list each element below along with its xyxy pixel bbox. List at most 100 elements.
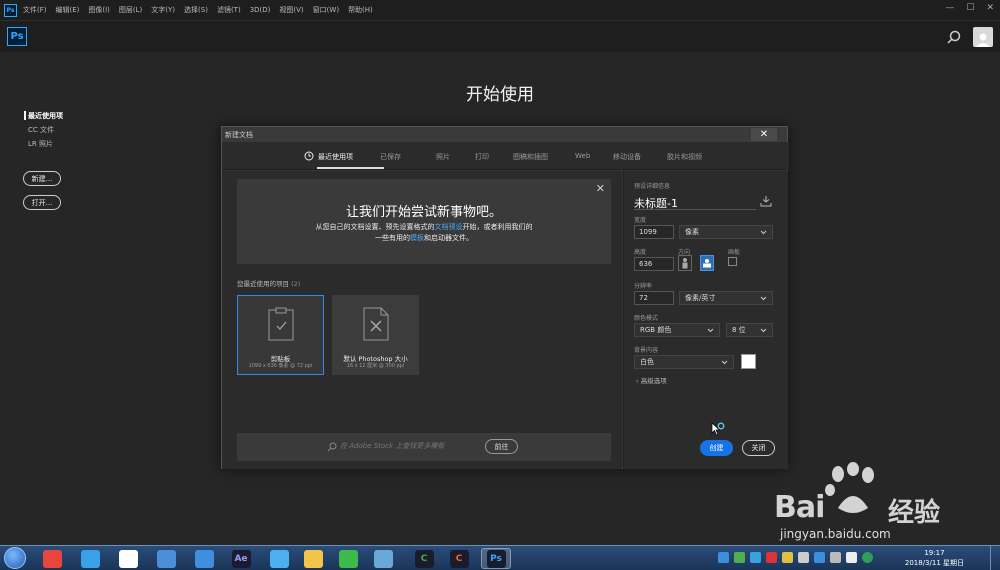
watermark-url: jingyan.baidu.com xyxy=(780,527,891,541)
pen-icon-glyph xyxy=(194,549,214,568)
after-effects-icon[interactable]: Ae xyxy=(226,548,256,569)
stock-go-button[interactable]: 前往 xyxy=(485,439,518,454)
camtasia-orange-icon-glyph: C xyxy=(449,549,469,568)
photoshop-icon[interactable]: Ps xyxy=(481,548,511,569)
recent-card-default[interactable]: 默认 Photoshop 大小 16 x 12 厘米 @ 300 ppi xyxy=(332,295,419,375)
tray-qq-icon[interactable] xyxy=(782,552,793,563)
tab-mobile[interactable]: 移动设备 xyxy=(613,152,641,162)
folder-icon[interactable] xyxy=(298,548,328,569)
color-mode-select[interactable]: RGB 颜色 xyxy=(634,323,720,337)
tab-web[interactable]: Web xyxy=(575,152,590,160)
menu-edit[interactable]: 编辑(E) xyxy=(56,5,80,15)
promo-text: 一些有用的 xyxy=(375,234,410,242)
artboard-checkbox[interactable] xyxy=(728,257,737,266)
qq-penguin-icon[interactable] xyxy=(113,548,143,569)
chrome-icon[interactable] xyxy=(37,548,67,569)
ps-small-icon: Ps xyxy=(4,3,17,17)
bird-icon[interactable] xyxy=(264,548,294,569)
camtasia-orange-icon[interactable]: C xyxy=(444,548,474,569)
menu-view[interactable]: 视图(V) xyxy=(279,5,303,15)
tab-art-illustration[interactable]: 图稿和插图 xyxy=(513,152,548,162)
save-preset-icon[interactable] xyxy=(760,195,772,207)
menu-select[interactable]: 选择(S) xyxy=(184,5,208,15)
menu-file[interactable]: 文件(F) xyxy=(23,5,47,15)
create-button[interactable]: 创建 xyxy=(700,440,733,456)
menu-filter[interactable]: 滤镜(T) xyxy=(217,5,241,15)
landscape-orientation-button[interactable] xyxy=(700,255,714,271)
360-browser-icon[interactable] xyxy=(333,548,363,569)
nav-cc-files[interactable]: CC 文件 xyxy=(28,125,63,135)
tray-360-icon[interactable] xyxy=(862,552,873,563)
templates-link[interactable]: 模板 xyxy=(410,234,424,242)
width-unit-value: 像素 xyxy=(685,228,699,236)
taskbar-clock[interactable]: 19:17 2018/3/11 星期日 xyxy=(905,548,964,568)
promo-text: 和启动器文件。 xyxy=(424,234,473,242)
resolution-unit-select[interactable]: 像素/英寸 xyxy=(679,291,773,305)
network-icon[interactable] xyxy=(368,548,398,569)
recent-label-text: 您最近使用的项目 xyxy=(237,280,289,288)
menu-window[interactable]: 窗口(W) xyxy=(313,5,339,15)
promo-text: 开始，或者利用我们的 xyxy=(462,223,533,231)
portrait-orientation-button[interactable] xyxy=(678,255,692,271)
stock-search-input[interactable]: 在 Adobe Stock 上查找更多模板 xyxy=(340,441,444,451)
tray-signal-icon[interactable] xyxy=(830,552,841,563)
ie-icon[interactable] xyxy=(75,548,105,569)
background-select[interactable]: 白色 xyxy=(634,355,734,369)
clipboard-doc-icon xyxy=(268,307,294,341)
tab-film-video[interactable]: 胶片和视频 xyxy=(667,152,702,162)
promo-title: 让我们开始尝试新事物吧。 xyxy=(345,205,502,220)
resolution-input[interactable]: 72 xyxy=(634,291,674,305)
menu-layer[interactable]: 图层(L) xyxy=(119,5,142,15)
close-button[interactable]: 关闭 xyxy=(742,440,775,456)
tab-recent[interactable]: 最近使用项 xyxy=(318,152,353,162)
tray-speaker-icon[interactable] xyxy=(846,552,857,563)
search-icon[interactable] xyxy=(946,29,962,45)
system-tray xyxy=(718,552,873,564)
menu-help[interactable]: 帮助(H) xyxy=(348,5,373,15)
recent-count: (2) xyxy=(291,280,301,288)
height-input[interactable]: 636 xyxy=(634,257,674,271)
camtasia-green-icon[interactable]: C xyxy=(409,548,439,569)
dialog-title: 新建文档 xyxy=(222,127,787,142)
menu-image[interactable]: 图像(I) xyxy=(88,5,110,15)
width-input[interactable]: 1099 xyxy=(634,225,674,239)
promo-close-button[interactable]: ✕ xyxy=(596,182,605,195)
tab-print[interactable]: 打印 xyxy=(475,152,489,162)
promo-text: 从您自己的文档设置、预先设置格式的 xyxy=(315,223,435,231)
tab-saved[interactable]: 已保存 xyxy=(380,152,401,162)
bit-depth-select[interactable]: 8 位 xyxy=(726,323,773,337)
width-unit-select[interactable]: 像素 xyxy=(679,225,773,239)
tab-photo[interactable]: 照片 xyxy=(436,152,450,162)
menu-type[interactable]: 文字(Y) xyxy=(151,5,175,15)
open-button[interactable]: 打开... xyxy=(23,195,61,210)
minimize-button[interactable]: — xyxy=(945,3,954,13)
nav-recent[interactable]: 最近使用项 xyxy=(28,111,63,121)
watermark-cn: 经验 xyxy=(888,498,941,528)
new-document-dialog: 新建文档 ✕ 最近使用项 已保存 照片 打印 图稿和插图 Web 移动设备 胶片… xyxy=(221,126,789,469)
new-button[interactable]: 新建... xyxy=(23,171,61,186)
background-color-swatch[interactable] xyxy=(741,354,756,369)
menu-3d[interactable]: 3D(D) xyxy=(250,6,271,14)
tray-update-icon[interactable] xyxy=(750,552,761,563)
close-window-button[interactable]: ✕ xyxy=(986,3,994,13)
width-label: 宽度 xyxy=(634,217,647,224)
advanced-options-toggle[interactable]: › 高级选项 xyxy=(636,375,667,385)
recent-card-clipboard[interactable]: 剪贴板 1099 x 636 像素 @ 72 ppi xyxy=(237,295,324,375)
tray-volume-icon[interactable] xyxy=(798,552,809,563)
dialog-close-button[interactable]: ✕ xyxy=(751,128,777,141)
resolution-label: 分辨率 xyxy=(634,283,653,290)
photoshop-icon-glyph: Ps xyxy=(486,549,506,568)
maximize-button[interactable]: ☐ xyxy=(966,3,974,13)
start-button[interactable] xyxy=(4,547,26,569)
nav-lr-photos[interactable]: LR 照片 xyxy=(28,139,63,149)
doc-presets-link[interactable]: 文档预设 xyxy=(435,223,463,231)
tray-input-icon[interactable] xyxy=(814,552,825,563)
pen-icon[interactable] xyxy=(189,548,219,569)
tray-network-icon[interactable] xyxy=(718,552,729,563)
preset-details-label: 预设详细信息 xyxy=(634,183,671,190)
tray-antivirus-icon[interactable] xyxy=(766,552,777,563)
tray-shield-icon[interactable] xyxy=(734,552,745,563)
calculator-icon[interactable] xyxy=(151,548,181,569)
user-avatar-icon[interactable] xyxy=(973,27,993,47)
show-desktop-button[interactable] xyxy=(990,546,1000,570)
